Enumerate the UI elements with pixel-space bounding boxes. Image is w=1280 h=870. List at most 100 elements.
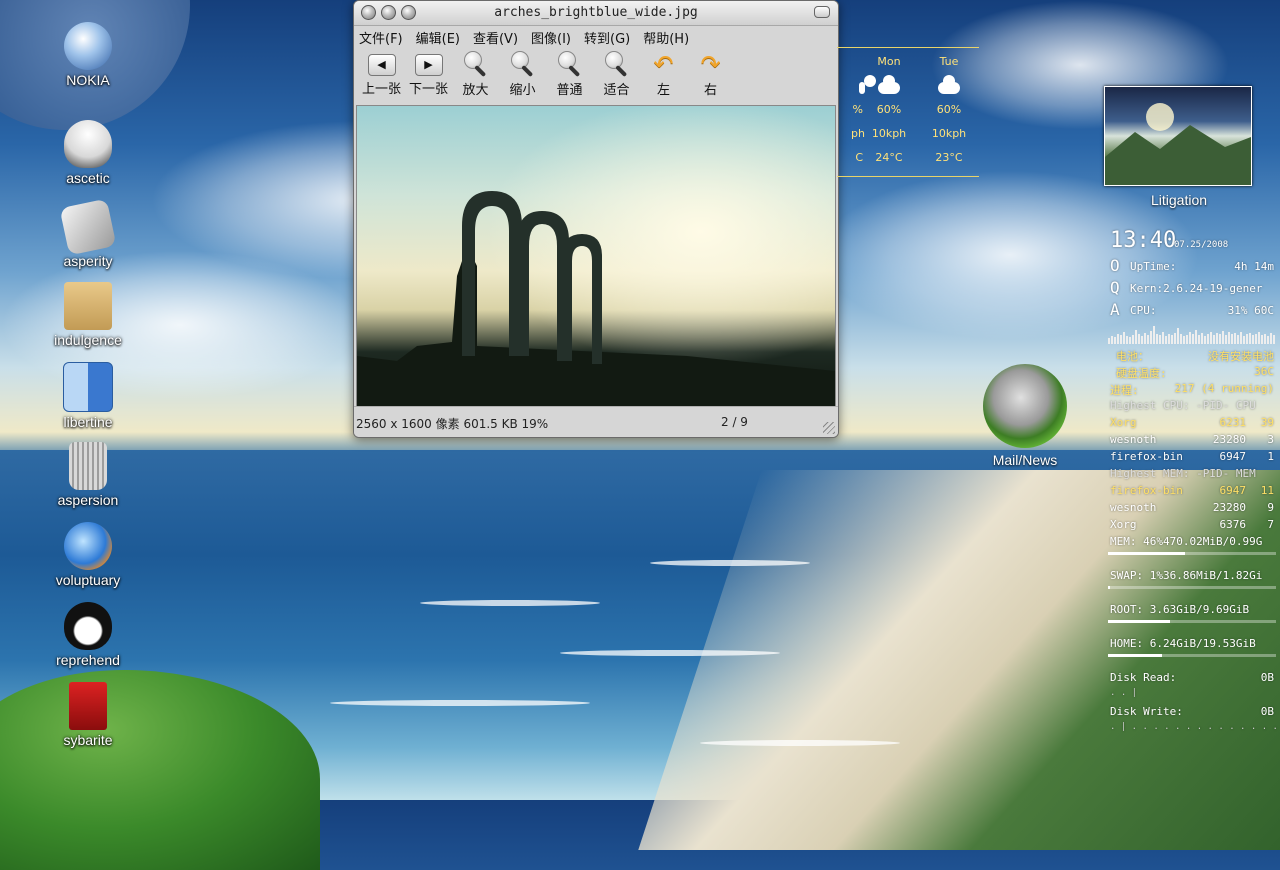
penguin-chat-icon (64, 602, 112, 650)
normal-size-button[interactable]: 普通 (546, 48, 593, 98)
resize-grip[interactable] (823, 422, 835, 434)
weather-col-mon: Mon 60% 10kph 24°C (859, 50, 919, 170)
wave (650, 560, 810, 566)
process-name: Xorg (1110, 416, 1137, 429)
mem-top-row: firefox-bin 6947 11 (1108, 484, 1276, 501)
desktop-icon-asperity[interactable]: asperity (38, 198, 138, 269)
arches-photo (357, 106, 835, 406)
weather-wind: 10kph (871, 127, 907, 140)
next-label: 下一张 (408, 82, 448, 97)
process-cpu: 3 (1267, 433, 1274, 446)
menu-view[interactable]: 查看(V) (472, 28, 519, 47)
process-name: firefox-bin (1110, 484, 1183, 497)
best-fit-button[interactable]: 适合 (593, 48, 640, 98)
desktop-icon-indulgence[interactable]: indulgence (38, 282, 138, 348)
rotate-left-button[interactable]: ↶ 左 (640, 48, 687, 98)
desktop-icon-label: voluptuary (55, 572, 121, 588)
cpu-label: CPU: (1130, 304, 1157, 317)
uptime-icon: O (1110, 256, 1120, 275)
desktop-icon-voluptuary[interactable]: voluptuary (38, 522, 138, 588)
disk-read-value: 0B (1260, 671, 1274, 684)
menu-file[interactable]: 文件(F) (358, 28, 404, 47)
image-display[interactable] (356, 105, 836, 407)
browser-globe-icon (64, 522, 112, 570)
process-name: firefox-bin (1110, 450, 1183, 463)
menu-help[interactable]: 帮助(H) (642, 28, 690, 47)
weather-cloud-icon (919, 74, 979, 98)
rotate-right-icon: ↷ (700, 50, 721, 78)
weather-day: Tue (939, 55, 959, 68)
system-monitor-widget: 13:40 07.25/2008 O UpTime: 4h 14m Q Kern… (1108, 228, 1280, 736)
process-cpu: 1 (1267, 450, 1274, 463)
weather-day: Mon (877, 55, 901, 68)
uptime-value: 4h 14m (1234, 260, 1274, 273)
desktop-icon-reprehend[interactable]: reprehend (38, 602, 138, 668)
menu-go[interactable]: 转到(G) (583, 28, 631, 47)
clock-date: 07.25/2008 (1174, 240, 1229, 250)
disk-temp-value: 36C (1254, 365, 1274, 378)
battery-label: 电池： (1116, 350, 1149, 363)
disk-write-label: Disk Write: (1110, 705, 1183, 718)
cpu-top-row: firefox-bin 6947 1 (1108, 450, 1276, 467)
home-bar (1108, 654, 1276, 657)
process-label: 进程: (1110, 384, 1139, 397)
process-name: wesnoth (1110, 433, 1157, 446)
desktop-icon-sybarite[interactable]: sybarite (38, 682, 138, 748)
menu-edit[interactable]: 编辑(E) (415, 28, 461, 47)
process-mem: 11 (1260, 484, 1274, 497)
image-info: 2560 x 1600 像素 601.5 KB 19% (356, 417, 549, 431)
window-title: arches_brightblue_wide.jpg (494, 5, 698, 20)
desktop-icon-aspersion[interactable]: aspersion (38, 442, 138, 508)
swap-usage: SWAP: 1%36.86MiB/1.82Gi (1110, 569, 1263, 582)
mem-usage: MEM: 46%470.02MiB/0.99G (1110, 535, 1263, 548)
process-pid: 6231 (1219, 416, 1247, 429)
mail-news-label[interactable]: Mail/News (975, 452, 1075, 468)
weather-humidity: 60% (876, 103, 902, 116)
desktop-icon-nokia[interactable]: NOKIA (38, 22, 138, 88)
weather-temp: 23°C (935, 151, 963, 164)
process-cpu: 39 (1260, 416, 1274, 429)
previous-button[interactable]: ◀ 上一张 (358, 48, 405, 97)
menu-image[interactable]: 图像(I) (530, 28, 572, 47)
clock-time: 13:40 (1110, 228, 1177, 253)
previous-label: 上一张 (361, 82, 401, 97)
cpu-icon: A (1110, 300, 1120, 319)
kernel-value: Kern:2.6.24-19-gener (1130, 282, 1263, 295)
robot-icon (64, 120, 112, 168)
rotate-right-button[interactable]: ↷ 右 (687, 48, 734, 98)
zoom-out-button[interactable]: 缩小 (499, 48, 546, 98)
image-position: 2 / 9 (721, 415, 748, 429)
toolbar-toggle-button[interactable] (814, 6, 830, 18)
cpu-value: 31% 60C (1227, 304, 1274, 317)
photo-frame-widget[interactable] (1104, 86, 1252, 186)
weather-col-tue: Tue 60% 10kph 23°C (919, 50, 979, 170)
normal-size-label: 普通 (556, 83, 583, 98)
weather-wind: 10kph (931, 127, 967, 140)
pdf-reader-icon (69, 682, 107, 730)
mail-news-icon[interactable] (983, 364, 1067, 448)
mem-top-row: wesnoth 23280 9 (1108, 501, 1276, 518)
image-viewer-window[interactable]: arches_brightblue_wide.jpg 文件(F) 编辑(E) 查… (353, 0, 839, 438)
desktop-icon-label: NOKIA (66, 72, 110, 88)
kernel-icon: Q (1110, 278, 1120, 297)
process-pid: 6376 (1219, 518, 1247, 531)
next-arrow-icon: ▶ (414, 54, 443, 76)
process-pid: 23280 (1212, 501, 1246, 514)
landscape-thumbnail (1105, 103, 1251, 185)
zoom-in-button[interactable]: 放大 (452, 48, 499, 98)
disk-read-label: Disk Read: (1110, 671, 1177, 684)
next-button[interactable]: ▶ 下一张 (405, 48, 452, 97)
title-bar[interactable]: arches_brightblue_wide.jpg (354, 1, 838, 26)
process-pid: 6947 (1219, 450, 1247, 463)
desktop-icon-ascetic[interactable]: ascetic (38, 120, 138, 186)
desktop-icon-libertine[interactable]: libertine (38, 362, 138, 430)
uptime-label: UpTime: (1130, 260, 1177, 273)
process-mem: 7 (1267, 518, 1274, 531)
home-usage: HOME: 6.24GiB/19.53GiB (1110, 637, 1256, 650)
desktop-icon-label: sybarite (63, 732, 113, 748)
mem-top-row: Xorg 6376 7 (1108, 518, 1276, 535)
desktop-icon-label: indulgence (54, 332, 122, 348)
nokia-bluetooth-icon (64, 22, 112, 70)
weather-temp: 24°C (875, 151, 903, 164)
root-bar (1108, 620, 1276, 623)
